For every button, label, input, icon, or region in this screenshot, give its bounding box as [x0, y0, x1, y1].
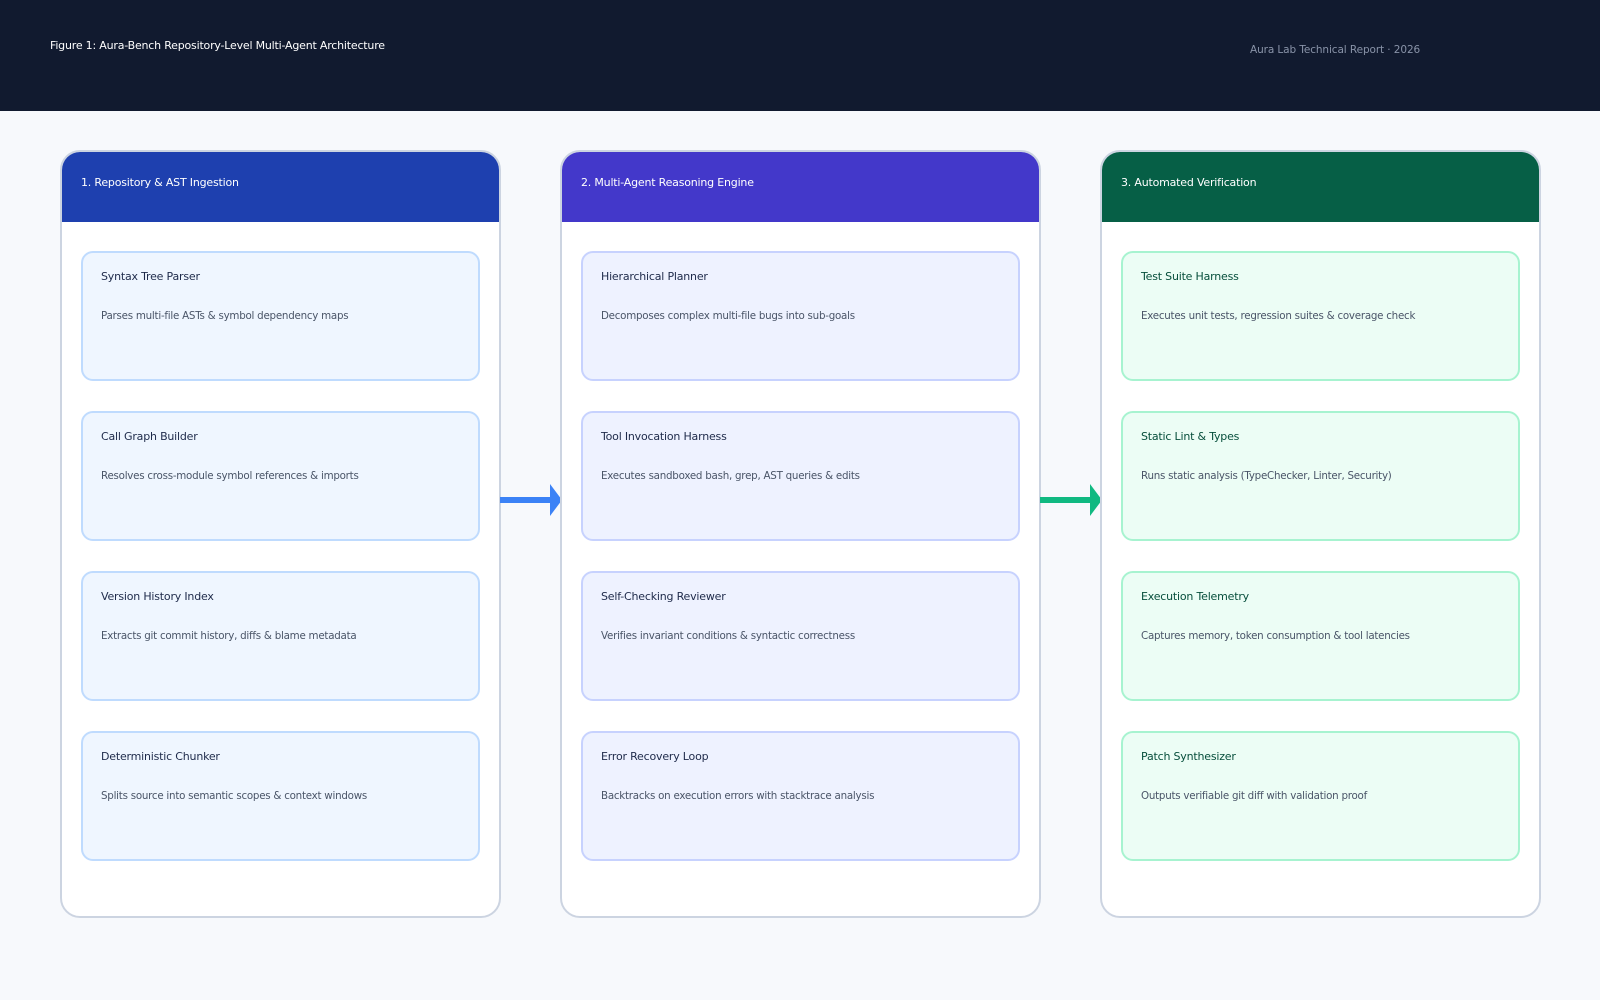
card-self-checking-reviewer: Self-Checking Reviewer Verifies invarian… [581, 571, 1020, 701]
card-static-lint-types: Static Lint & Types Runs static analysis… [1121, 411, 1520, 541]
card-execution-telemetry: Execution Telemetry Captures memory, tok… [1121, 571, 1520, 701]
column-header-verification: 3. Automated Verification [1102, 152, 1539, 222]
card-description: Backtracks on execution errors with stac… [601, 790, 875, 802]
card-deterministic-chunker: Deterministic Chunker Splits source into… [81, 731, 480, 861]
figure-header: Figure 1: Aura-Bench Repository-Level Mu… [0, 0, 1600, 111]
report-label: Aura Lab Technical Report · 2026 [1250, 44, 1421, 56]
card-syntax-tree-parser: Syntax Tree Parser Parses multi-file AST… [81, 251, 480, 381]
arrow-shaft [1040, 497, 1092, 503]
card-title: Execution Telemetry [1141, 590, 1249, 603]
card-description: Decomposes complex multi-file bugs into … [601, 310, 855, 322]
card-title: Call Graph Builder [101, 430, 198, 443]
card-patch-synthesizer: Patch Synthesizer Outputs verifiable git… [1121, 731, 1520, 861]
card-description: Executes sandboxed bash, grep, AST queri… [601, 470, 860, 482]
card-title: Syntax Tree Parser [101, 270, 200, 283]
card-version-history-index: Version History Index Extracts git commi… [81, 571, 480, 701]
arrow-ingestion-to-reasoning [500, 484, 562, 516]
card-description: Resolves cross-module symbol references … [101, 470, 359, 482]
card-title: Version History Index [101, 590, 214, 603]
arrow-reasoning-to-verification [1040, 484, 1102, 516]
column-reasoning: 2. Multi-Agent Reasoning Engine Hierarch… [560, 150, 1041, 918]
column-title-reasoning: 2. Multi-Agent Reasoning Engine [581, 176, 754, 189]
card-description: Verifies invariant conditions & syntacti… [601, 630, 855, 642]
card-test-suite-harness: Test Suite Harness Executes unit tests, … [1121, 251, 1520, 381]
card-description: Parses multi-file ASTs & symbol dependen… [101, 310, 349, 322]
card-hierarchical-planner: Hierarchical Planner Decomposes complex … [581, 251, 1020, 381]
column-header-reasoning: 2. Multi-Agent Reasoning Engine [562, 152, 1039, 222]
card-error-recovery-loop: Error Recovery Loop Backtracks on execut… [581, 731, 1020, 861]
card-title: Error Recovery Loop [601, 750, 709, 763]
card-tool-invocation-harness: Tool Invocation Harness Executes sandbox… [581, 411, 1020, 541]
card-description: Extracts git commit history, diffs & bla… [101, 630, 357, 642]
card-description: Executes unit tests, regression suites &… [1141, 310, 1416, 322]
card-title: Patch Synthesizer [1141, 750, 1236, 763]
card-title: Deterministic Chunker [101, 750, 220, 763]
card-description: Outputs verifiable git diff with validat… [1141, 790, 1367, 802]
card-description: Captures memory, token consumption & too… [1141, 630, 1410, 642]
card-description: Splits source into semantic scopes & con… [101, 790, 367, 802]
column-verification: 3. Automated Verification Test Suite Har… [1100, 150, 1541, 918]
card-title: Hierarchical Planner [601, 270, 708, 283]
card-call-graph-builder: Call Graph Builder Resolves cross-module… [81, 411, 480, 541]
column-title-ingestion: 1. Repository & AST Ingestion [81, 176, 239, 189]
card-title: Static Lint & Types [1141, 430, 1240, 443]
column-ingestion: 1. Repository & AST Ingestion Syntax Tre… [60, 150, 501, 918]
card-description: Runs static analysis (TypeChecker, Linte… [1141, 470, 1392, 482]
card-title: Tool Invocation Harness [601, 430, 727, 443]
arrow-shaft [500, 497, 552, 503]
card-title: Self-Checking Reviewer [601, 590, 726, 603]
card-title: Test Suite Harness [1141, 270, 1239, 283]
figure-title: Figure 1: Aura-Bench Repository-Level Mu… [50, 39, 385, 52]
column-title-verification: 3. Automated Verification [1121, 176, 1257, 189]
column-header-ingestion: 1. Repository & AST Ingestion [62, 152, 499, 222]
